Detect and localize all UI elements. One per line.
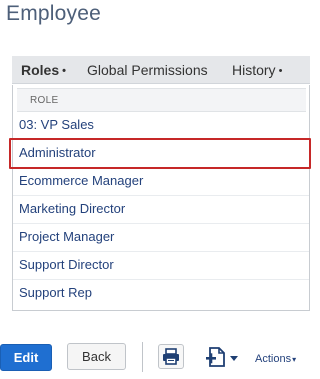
tab-global-permissions-label: Global Permissions: [87, 62, 208, 78]
actions-menu[interactable]: Actions▾: [255, 353, 296, 365]
back-button[interactable]: Back: [67, 343, 126, 370]
column-header-role-label: ROLE: [30, 95, 59, 106]
role-link[interactable]: Support Rep: [19, 285, 92, 300]
list-item[interactable]: 03: VP Sales: [13, 112, 309, 140]
tab-history-dot: •: [278, 65, 283, 77]
role-link[interactable]: 03: VP Sales: [19, 117, 94, 132]
new-record-icon: [206, 347, 238, 367]
role-link[interactable]: Support Director: [19, 257, 114, 272]
tab-history-label: History: [232, 62, 276, 78]
tab-roles-label: Roles: [21, 62, 60, 78]
actions-caret-icon: ▾: [292, 355, 297, 364]
list-item[interactable]: Ecommerce Manager: [13, 168, 309, 196]
role-link[interactable]: Project Manager: [19, 229, 114, 244]
actions-label: Actions: [255, 353, 292, 365]
list-item[interactable]: Support Rep: [13, 280, 309, 308]
list-item[interactable]: Support Director: [13, 252, 309, 280]
edit-button[interactable]: Edit: [0, 344, 52, 371]
tab-roles-dot: •: [62, 65, 66, 77]
role-link[interactable]: Marketing Director: [19, 201, 125, 216]
list-item[interactable]: Marketing Director: [13, 196, 309, 224]
page-title: Employee: [6, 2, 101, 25]
tab-global-permissions[interactable]: Global Permissions: [87, 62, 208, 78]
roles-list: ROLE 03: VP Sales Administrator Ecommerc…: [12, 85, 310, 311]
print-button[interactable]: [158, 344, 184, 369]
role-link[interactable]: Administrator: [19, 145, 96, 160]
tab-history[interactable]: History •: [232, 62, 282, 78]
printer-icon: [163, 348, 179, 365]
tab-roles[interactable]: Roles •: [21, 62, 66, 78]
new-record-menu-button[interactable]: [203, 343, 241, 371]
toolbar-divider: [142, 342, 143, 372]
role-link[interactable]: Ecommerce Manager: [19, 173, 143, 188]
column-header-role[interactable]: ROLE: [17, 88, 306, 112]
list-item[interactable]: Administrator: [13, 140, 309, 168]
subtab-bar: Roles • Global Permissions History •: [12, 56, 310, 84]
list-item[interactable]: Project Manager: [13, 224, 309, 252]
